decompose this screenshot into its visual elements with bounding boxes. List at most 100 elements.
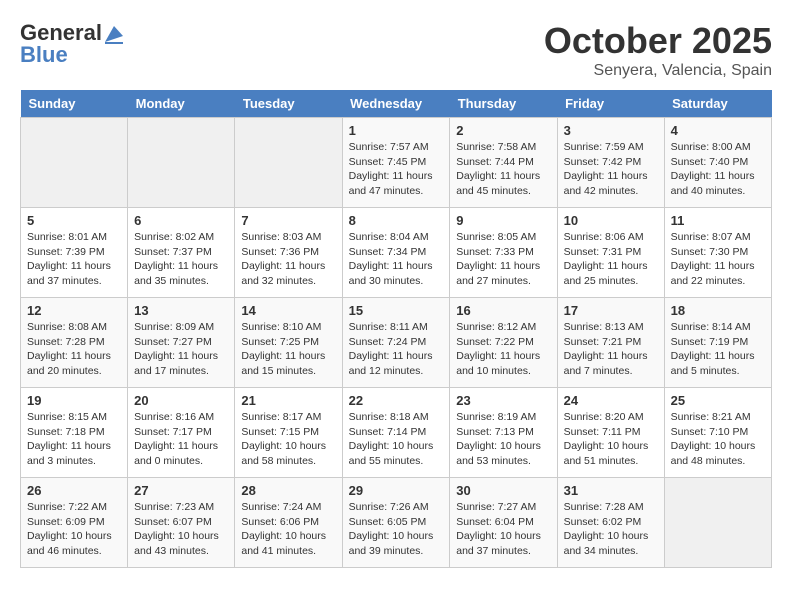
day-cell: 18 Sunrise: 8:14 AM Sunset: 7:19 PM Dayli… (664, 298, 771, 388)
day-number: 9 (456, 213, 550, 228)
day-cell: 19 Sunrise: 8:15 AM Sunset: 7:18 PM Dayli… (21, 388, 128, 478)
day-cell (21, 118, 128, 208)
day-detail: Sunrise: 8:07 AM Sunset: 7:30 PM Dayligh… (671, 230, 765, 289)
day-cell: 11 Sunrise: 8:07 AM Sunset: 7:30 PM Dayli… (664, 208, 771, 298)
day-detail: Sunrise: 7:58 AM Sunset: 7:44 PM Dayligh… (456, 140, 550, 199)
day-cell: 4Sunrise: 8:00 AM Sunset: 7:40 PM Daylig… (664, 118, 771, 208)
day-detail: Sunrise: 7:22 AM Sunset: 6:09 PM Dayligh… (27, 500, 121, 559)
day-cell: 24Sunrise: 8:20 AM Sunset: 7:11 PM Dayli… (557, 388, 664, 478)
day-number: 7 (241, 213, 335, 228)
day-cell: 3 Sunrise: 7:59 AM Sunset: 7:42 PM Daylig… (557, 118, 664, 208)
day-detail: Sunrise: 8:01 AM Sunset: 7:39 PM Dayligh… (27, 230, 121, 289)
day-cell: 29 Sunrise: 7:26 AM Sunset: 6:05 PM Dayli… (342, 478, 450, 568)
day-number: 8 (349, 213, 444, 228)
day-detail: Sunrise: 8:11 AM Sunset: 7:24 PM Dayligh… (349, 320, 444, 379)
day-number: 22 (349, 393, 444, 408)
day-cell: 17 Sunrise: 8:13 AM Sunset: 7:21 PM Dayli… (557, 298, 664, 388)
weekday-header-sunday: Sunday (21, 90, 128, 118)
day-detail: Sunrise: 8:09 AM Sunset: 7:27 PM Dayligh… (134, 320, 228, 379)
day-detail: Sunrise: 7:27 AM Sunset: 6:04 PM Dayligh… (456, 500, 550, 559)
weekday-header-monday: Monday (128, 90, 235, 118)
day-detail: Sunrise: 7:23 AM Sunset: 6:07 PM Dayligh… (134, 500, 228, 559)
day-cell: 30 Sunrise: 7:27 AM Sunset: 6:04 PM Dayli… (450, 478, 557, 568)
day-number: 26 (27, 483, 121, 498)
day-cell: 5 Sunrise: 8:01 AM Sunset: 7:39 PM Daylig… (21, 208, 128, 298)
day-detail: Sunrise: 8:00 AM Sunset: 7:40 PM Dayligh… (671, 140, 765, 199)
day-detail: Sunrise: 7:28 AM Sunset: 6:02 PM Dayligh… (564, 500, 658, 559)
day-number: 12 (27, 303, 121, 318)
week-row-4: 26 Sunrise: 7:22 AM Sunset: 6:09 PM Dayli… (21, 478, 772, 568)
day-number: 19 (27, 393, 121, 408)
weekday-header-row: SundayMondayTuesdayWednesdayThursdayFrid… (21, 90, 772, 118)
day-cell: 22 Sunrise: 8:18 AM Sunset: 7:14 PM Dayli… (342, 388, 450, 478)
day-number: 25 (671, 393, 765, 408)
day-number: 13 (134, 303, 228, 318)
month-title: October 2025 (544, 20, 772, 62)
day-cell (128, 118, 235, 208)
title-block: October 2025 Senyera, Valencia, Spain (544, 20, 772, 80)
day-cell: 26 Sunrise: 7:22 AM Sunset: 6:09 PM Dayli… (21, 478, 128, 568)
day-detail: Sunrise: 8:06 AM Sunset: 7:31 PM Dayligh… (564, 230, 658, 289)
logo-blue: Blue (20, 42, 68, 68)
day-cell: 9 Sunrise: 8:05 AM Sunset: 7:33 PM Daylig… (450, 208, 557, 298)
day-cell: 27 Sunrise: 7:23 AM Sunset: 6:07 PM Dayli… (128, 478, 235, 568)
day-cell: 13 Sunrise: 8:09 AM Sunset: 7:27 PM Dayli… (128, 298, 235, 388)
day-detail: Sunrise: 8:08 AM Sunset: 7:28 PM Dayligh… (27, 320, 121, 379)
day-detail: Sunrise: 8:03 AM Sunset: 7:36 PM Dayligh… (241, 230, 335, 289)
day-cell (235, 118, 342, 208)
day-cell: 21Sunrise: 8:17 AM Sunset: 7:15 PM Dayli… (235, 388, 342, 478)
logo-icon (103, 22, 125, 44)
week-row-1: 5 Sunrise: 8:01 AM Sunset: 7:39 PM Daylig… (21, 208, 772, 298)
day-number: 18 (671, 303, 765, 318)
day-cell: 15Sunrise: 8:11 AM Sunset: 7:24 PM Dayli… (342, 298, 450, 388)
day-cell: 2Sunrise: 7:58 AM Sunset: 7:44 PM Daylig… (450, 118, 557, 208)
calendar-table: SundayMondayTuesdayWednesdayThursdayFrid… (20, 90, 772, 568)
day-cell: 16Sunrise: 8:12 AM Sunset: 7:22 PM Dayli… (450, 298, 557, 388)
day-cell (664, 478, 771, 568)
week-row-2: 12 Sunrise: 8:08 AM Sunset: 7:28 PM Dayli… (21, 298, 772, 388)
day-number: 17 (564, 303, 658, 318)
day-detail: Sunrise: 8:15 AM Sunset: 7:18 PM Dayligh… (27, 410, 121, 469)
weekday-header-friday: Friday (557, 90, 664, 118)
day-detail: Sunrise: 8:02 AM Sunset: 7:37 PM Dayligh… (134, 230, 228, 289)
day-cell: 23 Sunrise: 8:19 AM Sunset: 7:13 PM Dayli… (450, 388, 557, 478)
day-detail: Sunrise: 8:14 AM Sunset: 7:19 PM Dayligh… (671, 320, 765, 379)
page-header: General Blue October 2025 Senyera, Valen… (20, 20, 772, 80)
day-cell: 31Sunrise: 7:28 AM Sunset: 6:02 PM Dayli… (557, 478, 664, 568)
day-number: 30 (456, 483, 550, 498)
day-detail: Sunrise: 7:59 AM Sunset: 7:42 PM Dayligh… (564, 140, 658, 199)
day-cell: 6Sunrise: 8:02 AM Sunset: 7:37 PM Daylig… (128, 208, 235, 298)
day-detail: Sunrise: 7:26 AM Sunset: 6:05 PM Dayligh… (349, 500, 444, 559)
day-detail: Sunrise: 8:18 AM Sunset: 7:14 PM Dayligh… (349, 410, 444, 469)
day-number: 14 (241, 303, 335, 318)
week-row-3: 19 Sunrise: 8:15 AM Sunset: 7:18 PM Dayli… (21, 388, 772, 478)
day-number: 3 (564, 123, 658, 138)
weekday-header-wednesday: Wednesday (342, 90, 450, 118)
day-cell: 1Sunrise: 7:57 AM Sunset: 7:45 PM Daylig… (342, 118, 450, 208)
day-number: 11 (671, 213, 765, 228)
day-cell: 7 Sunrise: 8:03 AM Sunset: 7:36 PM Daylig… (235, 208, 342, 298)
day-detail: Sunrise: 8:17 AM Sunset: 7:15 PM Dayligh… (241, 410, 335, 469)
day-number: 5 (27, 213, 121, 228)
day-number: 29 (349, 483, 444, 498)
day-cell: 20Sunrise: 8:16 AM Sunset: 7:17 PM Dayli… (128, 388, 235, 478)
day-detail: Sunrise: 8:13 AM Sunset: 7:21 PM Dayligh… (564, 320, 658, 379)
logo: General Blue (20, 20, 125, 68)
day-number: 23 (456, 393, 550, 408)
day-number: 16 (456, 303, 550, 318)
day-cell: 8 Sunrise: 8:04 AM Sunset: 7:34 PM Daylig… (342, 208, 450, 298)
day-detail: Sunrise: 8:19 AM Sunset: 7:13 PM Dayligh… (456, 410, 550, 469)
day-cell: 25 Sunrise: 8:21 AM Sunset: 7:10 PM Dayli… (664, 388, 771, 478)
week-row-0: 1Sunrise: 7:57 AM Sunset: 7:45 PM Daylig… (21, 118, 772, 208)
day-number: 10 (564, 213, 658, 228)
day-number: 28 (241, 483, 335, 498)
weekday-header-tuesday: Tuesday (235, 90, 342, 118)
day-detail: Sunrise: 8:04 AM Sunset: 7:34 PM Dayligh… (349, 230, 444, 289)
day-cell: 10 Sunrise: 8:06 AM Sunset: 7:31 PM Dayli… (557, 208, 664, 298)
day-number: 27 (134, 483, 228, 498)
day-cell: 28Sunrise: 7:24 AM Sunset: 6:06 PM Dayli… (235, 478, 342, 568)
day-detail: Sunrise: 8:05 AM Sunset: 7:33 PM Dayligh… (456, 230, 550, 289)
day-detail: Sunrise: 8:21 AM Sunset: 7:10 PM Dayligh… (671, 410, 765, 469)
day-detail: Sunrise: 8:16 AM Sunset: 7:17 PM Dayligh… (134, 410, 228, 469)
day-detail: Sunrise: 7:57 AM Sunset: 7:45 PM Dayligh… (349, 140, 444, 199)
